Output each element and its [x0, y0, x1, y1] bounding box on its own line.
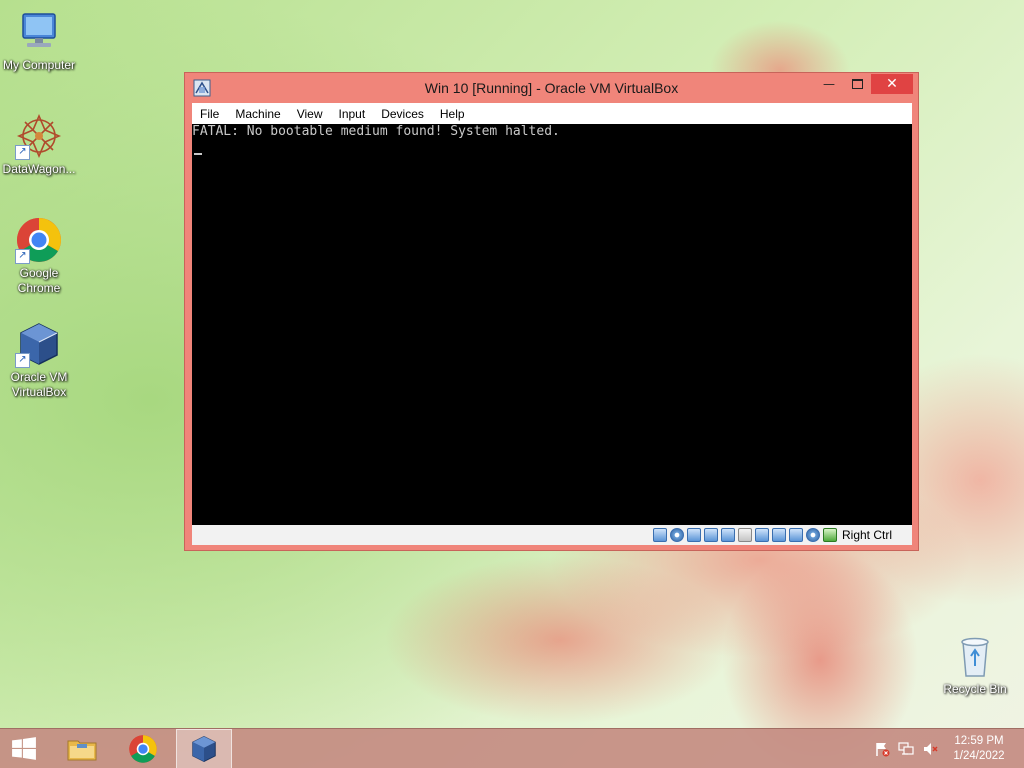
clock-time: 12:59 PM	[954, 735, 1004, 747]
vm-status-bar: Right Ctrl	[192, 525, 912, 545]
maximize-icon	[851, 79, 863, 89]
optical-drive-icon[interactable]	[669, 528, 684, 542]
chrome-icon	[129, 735, 157, 763]
virtualbox-icon: ↗	[15, 320, 63, 368]
folder-icon	[67, 740, 97, 761]
network-icon[interactable]	[898, 741, 914, 757]
virtualbox-vm-window[interactable]: Win 10 [Running] - Oracle VM VirtualBox …	[184, 72, 919, 551]
menu-machine[interactable]: Machine	[227, 107, 288, 121]
windows-logo-icon	[12, 737, 36, 760]
chrome-icon: ↗	[15, 216, 63, 264]
desktop-icon-oracle-vm-virtualbox[interactable]: ↗ Oracle VM VirtualBox	[0, 320, 78, 400]
window-titlebar[interactable]: Win 10 [Running] - Oracle VM VirtualBox …	[185, 73, 918, 103]
desktop-icon-google-chrome[interactable]: ↗ Google Chrome	[0, 216, 78, 296]
menu-devices[interactable]: Devices	[373, 107, 432, 121]
menu-bar: File Machine View Input Devices Help	[192, 103, 912, 124]
display-icon[interactable]	[754, 528, 769, 542]
network-icon[interactable]	[703, 528, 718, 542]
chrome-taskbar-button[interactable]	[116, 729, 170, 768]
console-cursor	[194, 153, 202, 155]
minimize-button[interactable]: —	[815, 74, 843, 94]
shortcut-arrow-icon: ↗	[15, 249, 30, 264]
video-capture-icon[interactable]	[771, 528, 786, 542]
close-icon: ✕	[886, 76, 898, 92]
hard-disk-icon[interactable]	[652, 528, 667, 542]
usb-icon[interactable]	[720, 528, 735, 542]
start-button[interactable]	[0, 729, 48, 768]
host-key-arrow-icon[interactable]	[822, 528, 837, 542]
close-button[interactable]: ✕	[871, 74, 913, 94]
console-error-text: FATAL: No bootable medium found! System …	[192, 124, 560, 139]
mouse-integration-icon[interactable]	[805, 528, 820, 542]
menu-help[interactable]: Help	[432, 107, 473, 121]
system-clock[interactable]: 12:59 PM 1/24/2022	[944, 734, 1014, 764]
desktop-icon-my-computer[interactable]: My Computer	[0, 8, 78, 73]
menu-view[interactable]: View	[289, 107, 331, 121]
cpu-icon[interactable]	[788, 528, 803, 542]
host-key-label: Right Ctrl	[841, 528, 892, 542]
window-title: Win 10 [Running] - Oracle VM VirtualBox	[424, 80, 679, 96]
shared-folders-icon[interactable]	[737, 528, 752, 542]
desktop: My Computer ↗ DataWagon... ↗ Google Chro…	[0, 0, 1024, 768]
desktop-icon-datawagon[interactable]: ↗ DataWagon...	[0, 112, 78, 177]
virtualbox-icon	[192, 735, 216, 763]
menu-input[interactable]: Input	[331, 107, 374, 121]
virtualbox-taskbar-button[interactable]	[176, 729, 232, 768]
recycle-bin-icon	[951, 632, 999, 680]
shortcut-arrow-icon: ↗	[15, 353, 30, 368]
menu-file[interactable]: File	[192, 107, 227, 121]
taskbar: 12:59 PM 1/24/2022	[0, 728, 1024, 768]
desktop-icon-recycle-bin[interactable]: Recycle Bin	[936, 632, 1014, 697]
action-center-flag-icon[interactable]	[874, 741, 890, 757]
maximize-button[interactable]	[843, 74, 871, 94]
vm-display[interactable]: FATAL: No bootable medium found! System …	[192, 124, 912, 525]
audio-icon[interactable]	[686, 528, 701, 542]
volume-muted-icon[interactable]	[922, 741, 938, 757]
shortcut-arrow-icon: ↗	[15, 145, 30, 160]
file-explorer-taskbar-button[interactable]	[56, 729, 108, 768]
datawagon-icon: ↗	[15, 112, 63, 160]
computer-icon	[15, 8, 63, 56]
clock-date: 1/24/2022	[953, 750, 1005, 762]
minimize-icon: —	[823, 77, 835, 91]
